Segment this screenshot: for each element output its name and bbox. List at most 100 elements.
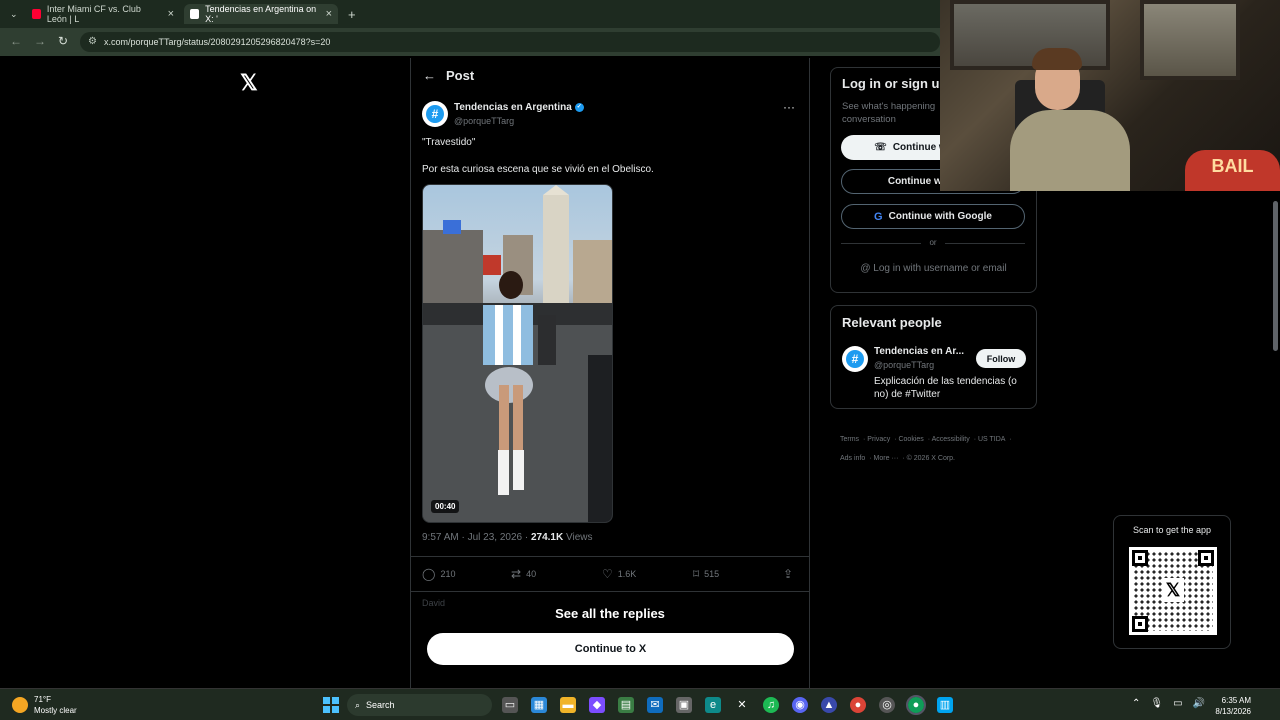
reply-icon: ◯ [422, 567, 436, 581]
page-title: Post [446, 68, 475, 83]
person-name[interactable]: Tendencias en Ar... [874, 346, 964, 357]
microphone-icon[interactable]: 🎙 [1150, 698, 1163, 709]
notepad-icon[interactable]: ▥ [937, 697, 953, 713]
reply-button[interactable]: ◯ 210 [422, 567, 455, 581]
footer-link-accessibility[interactable]: Accessibility [932, 436, 970, 443]
taskbar-search[interactable]: ⌕ Search [347, 694, 492, 716]
discord-icon[interactable]: ◉ [792, 697, 808, 713]
app-icon[interactable]: ▣ [676, 697, 692, 713]
scroll-thumb[interactable] [1273, 201, 1278, 351]
login-title: Log in or sign up [842, 76, 948, 91]
avatar[interactable]: # [842, 346, 868, 372]
window-background [950, 0, 1110, 70]
chrome-active-icon[interactable]: ● [906, 695, 926, 715]
close-icon[interactable]: × [326, 8, 332, 20]
scrollbar[interactable] [1270, 191, 1280, 688]
author-handle[interactable]: @porqueTTarg [454, 116, 514, 126]
chevron-down-icon: ⌄ [10, 8, 18, 19]
footer-copyright: © 2026 X Corp. [906, 455, 956, 462]
more-options-icon[interactable]: ··· [783, 100, 795, 114]
network-icon[interactable]: ▭ [1173, 698, 1182, 709]
repost-icon: ⇄ [511, 567, 522, 581]
url-text: x.com/porqueTTarg/status/208029120529682… [104, 37, 331, 47]
video-player[interactable]: 00:40 [422, 184, 613, 523]
person-bio: Explicación de las tendencias (o no) de … [874, 376, 1017, 400]
clock-date: 8/13/2026 [1215, 707, 1251, 716]
store-icon[interactable]: ◆ [589, 697, 605, 713]
author-name[interactable]: Tendencias en Argentina ✓ [454, 102, 584, 113]
follow-button[interactable]: Follow [976, 349, 1026, 368]
spotify-icon[interactable]: ♫ [763, 697, 779, 713]
continue-with-google-button[interactable]: G Continue with Google [841, 204, 1025, 229]
footer-link-privacy[interactable]: Privacy [867, 436, 890, 443]
login-username-link[interactable]: @ Log in with username or email [831, 263, 1036, 274]
person-handle[interactable]: @porqueTTarg [874, 360, 934, 370]
footer-link-more[interactable]: More ··· [874, 455, 899, 462]
reload-button[interactable]: ↻ [58, 34, 68, 48]
address-bar[interactable]: ⚙ x.com/porqueTTarg/status/2080291205296… [80, 32, 940, 52]
chevron-up-icon[interactable]: ⌃ [1132, 698, 1140, 709]
streamer-body [1010, 110, 1130, 191]
back-button[interactable]: ← [10, 34, 22, 48]
outlook-icon[interactable]: ✉ [647, 697, 663, 713]
volume-icon[interactable]: 🔊 [1193, 698, 1205, 709]
footer-links: Terms · Privacy · Cookies · Accessibilit… [840, 436, 1012, 462]
tab-list-button[interactable]: ⌄ [4, 4, 22, 24]
views-count: 274.1K [530, 532, 564, 543]
see-all-replies: See all the replies [555, 606, 665, 621]
window-background [1140, 0, 1240, 80]
plus-icon: + [348, 6, 356, 22]
photos-icon[interactable]: ▦ [531, 697, 547, 713]
file-explorer-icon[interactable]: ▬ [560, 697, 576, 713]
bookmark-button[interactable]: ⌑ 515 [693, 567, 719, 581]
footer-link-cookies[interactable]: Cookies [898, 436, 923, 443]
footer-link-us-tida[interactable]: US TIDA [978, 436, 1006, 443]
tweet-text-line1: "Travestido" [422, 137, 476, 148]
tab-tendencias[interactable]: Tendencias en Argentina on X: ' × [184, 4, 338, 24]
share-button[interactable]: ⇪ [783, 567, 793, 581]
capcut-icon[interactable]: ✕ [734, 697, 750, 713]
site-info-icon[interactable]: ⚙ [88, 36, 97, 47]
system-tray[interactable]: ⌃ 🎙 ▭ 🔊 [1132, 698, 1205, 709]
search-label: Search [366, 700, 395, 710]
back-arrow-icon[interactable]: ← [423, 68, 436, 83]
phone-icon: ☏ [874, 142, 887, 153]
qr-code[interactable]: 𝕏 [1129, 547, 1217, 635]
calculator-icon[interactable]: ▤ [618, 697, 634, 713]
author-name-text: Tendencias en Argentina [454, 102, 572, 113]
search-icon: ⌕ [355, 699, 361, 710]
task-view-icon[interactable]: ▭ [502, 697, 518, 713]
hashtag-icon: # [845, 349, 865, 369]
tab-label: Tendencias en Argentina on X: ' [205, 4, 317, 24]
like-button[interactable]: ♡ 1.6K [602, 567, 636, 581]
tab-inter-miami[interactable]: Inter Miami CF vs. Club León | L × [26, 4, 180, 24]
continue-to-x-button[interactable]: Continue to X [427, 633, 794, 665]
close-icon[interactable]: × [168, 8, 174, 20]
heart-icon: ♡ [602, 567, 613, 581]
video-frame [423, 185, 612, 522]
new-tab-button[interactable]: + [342, 4, 362, 24]
weather-widget[interactable]: 71°F Mostly clear [12, 694, 77, 716]
google-btn-label: Continue with Google [888, 211, 992, 222]
avatar[interactable]: # [422, 101, 448, 127]
forward-button[interactable]: → [34, 34, 46, 48]
relevant-people-title: Relevant people [842, 315, 942, 330]
scan-app-card: Scan to get the app 𝕏 [1113, 515, 1231, 649]
post-actions-bar: ◯ 210 ⇄ 40 ♡ 1.6K ⌑ 515 ⇪ [411, 556, 809, 592]
system-clock[interactable]: 6:35 AM 8/13/2026 [1205, 695, 1251, 717]
weather-desc: Mostly clear [34, 706, 77, 715]
edge-icon[interactable]: e [705, 697, 721, 713]
x-logo-icon[interactable]: 𝕏 [240, 70, 258, 96]
relevant-people-card: Relevant people # Tendencias en Ar... @p… [830, 305, 1037, 409]
verified-badge-icon: ✓ [574, 102, 584, 112]
x-icon [190, 9, 200, 19]
hashtag-icon: # [425, 104, 445, 124]
app-icon[interactable]: ▲ [821, 697, 837, 713]
timestamp-text: 9:57 AM · Jul 23, 2026 · [422, 532, 531, 543]
footer-link-ads-info[interactable]: Ads info [840, 455, 865, 462]
obs-icon[interactable]: ◎ [879, 697, 895, 713]
chrome-icon[interactable]: ● [850, 697, 866, 713]
start-button[interactable] [323, 697, 339, 713]
footer-link-terms[interactable]: Terms [840, 436, 859, 443]
repost-button[interactable]: ⇄ 40 [511, 567, 536, 581]
